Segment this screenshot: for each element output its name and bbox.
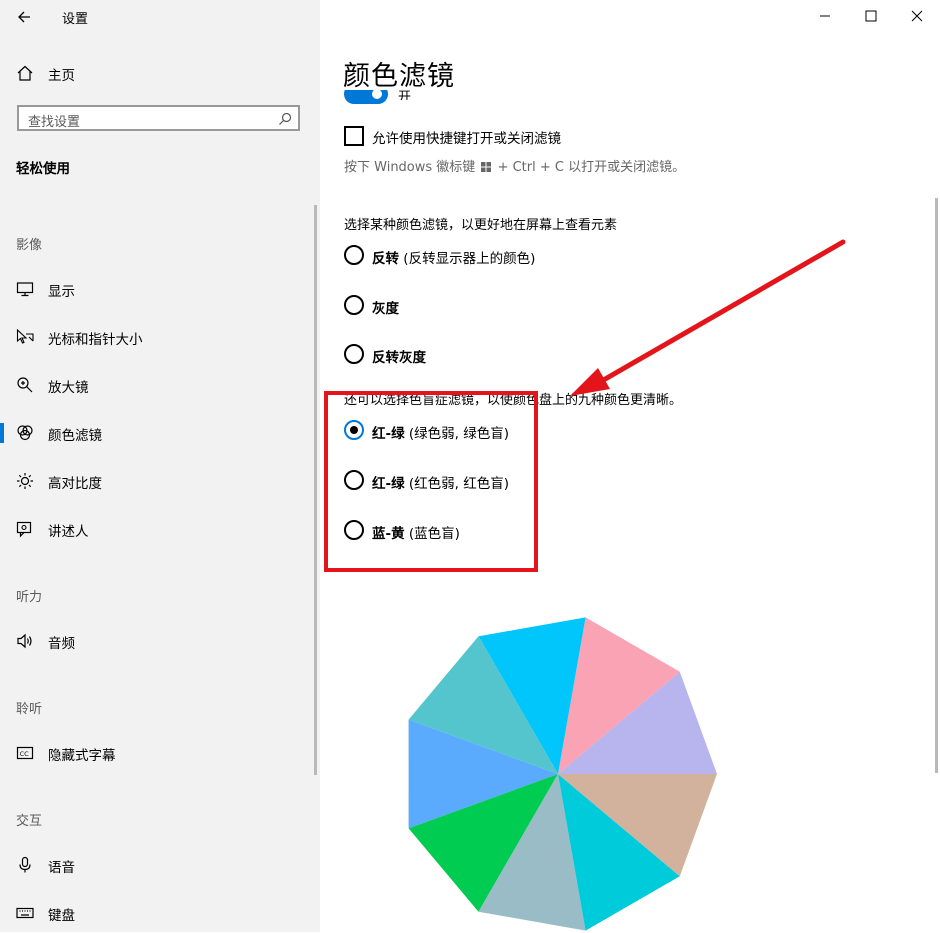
maximize-button[interactable] bbox=[859, 4, 883, 28]
sidebar-item-label: 隐藏式字幕 bbox=[48, 748, 116, 764]
sidebar-item-label: 高对比度 bbox=[48, 476, 102, 492]
sidebar-item-home[interactable]: 主页 bbox=[0, 53, 320, 93]
filter-desc: (反转显示器上的颜色) bbox=[403, 251, 536, 267]
sidebar-item-label: 讲述人 bbox=[48, 524, 89, 540]
sidebar-item-display[interactable]: 显示 bbox=[0, 269, 320, 309]
caption-icon: CC bbox=[16, 746, 34, 760]
svg-text:CC: CC bbox=[20, 750, 30, 758]
narrator-icon bbox=[16, 521, 32, 538]
toggle-state-label: 开 bbox=[398, 90, 412, 100]
shortcut-checkbox-label: 允许使用快捷键打开或关闭滤镜 bbox=[372, 131, 561, 147]
category-title: 轻松使用 bbox=[16, 161, 70, 177]
main-scrollbar[interactable] bbox=[935, 198, 938, 773]
radio-button-selected bbox=[344, 420, 364, 440]
shortcut-checkbox[interactable] bbox=[344, 126, 364, 146]
keyboard-icon bbox=[16, 907, 34, 919]
radio-button bbox=[344, 245, 364, 265]
radio-button bbox=[344, 344, 364, 364]
search-input[interactable]: 查找设置 bbox=[17, 105, 300, 131]
home-icon bbox=[17, 65, 33, 81]
sidebar-item-high-contrast[interactable]: 高对比度 bbox=[0, 461, 320, 501]
minimize-button[interactable] bbox=[813, 4, 837, 28]
sidebar-item-keyboard[interactable]: 键盘 bbox=[0, 893, 320, 933]
filter-name: 反转灰度 bbox=[372, 350, 426, 366]
magnifier-icon bbox=[17, 377, 33, 393]
maximize-icon bbox=[865, 10, 877, 22]
sidebar-item-cursor[interactable]: 光标和指针大小 bbox=[0, 317, 320, 357]
cursor-icon bbox=[16, 328, 34, 344]
radio-button bbox=[344, 295, 364, 315]
speaker-icon bbox=[17, 633, 32, 649]
sidebar-item-label: 键盘 bbox=[48, 908, 75, 924]
radio-dot bbox=[350, 426, 358, 434]
search-icon bbox=[279, 112, 292, 125]
section-header-interaction: 交互 bbox=[16, 814, 43, 829]
filter-desc: (红色弱, 红色盲) bbox=[408, 476, 510, 492]
filter-desc: (蓝色盲) bbox=[408, 526, 460, 542]
minimize-icon bbox=[820, 15, 830, 17]
sidebar-item-label: 放大镜 bbox=[48, 380, 89, 396]
main-content: 颜色滤镜 开 允许使用快捷键打开或关闭滤镜 按下 Windows 徽标键 + C… bbox=[320, 0, 940, 932]
radio-button bbox=[344, 520, 364, 540]
search-placeholder: 查找设置 bbox=[28, 115, 81, 130]
selection-indicator bbox=[0, 423, 4, 443]
app-title: 设置 bbox=[62, 12, 89, 27]
sidebar-item-label: 显示 bbox=[48, 284, 75, 300]
radio-label: 反转灰度 bbox=[372, 346, 426, 366]
close-icon bbox=[911, 10, 923, 22]
hint-text-before: 按下 Windows 徽标键 bbox=[344, 160, 476, 175]
color-filter-toggle[interactable] bbox=[344, 90, 388, 104]
radio-label: 蓝-黄 (蓝色盲) bbox=[372, 522, 460, 542]
radio-label: 反转 (反转显示器上的颜色) bbox=[372, 247, 535, 267]
section-header-vision: 影像 bbox=[16, 238, 43, 253]
sidebar-item-color-filters[interactable]: 颜色滤镜 bbox=[0, 413, 320, 453]
filter-name: 反转 bbox=[372, 251, 399, 267]
sidebar-item-label: 光标和指针大小 bbox=[48, 332, 143, 348]
filter-name: 灰度 bbox=[372, 301, 399, 317]
shortcut-hint: 按下 Windows 徽标键 + Ctrl + C 以打开或关闭滤镜。 bbox=[344, 156, 685, 175]
colorblind-heading: 还可以选择色盲症滤镜，以使颜色盘上的九种颜色更清晰。 bbox=[344, 393, 683, 408]
back-arrow-icon bbox=[18, 11, 30, 23]
filter-name: 红-绿 bbox=[372, 426, 405, 442]
sidebar-scrollbar[interactable] bbox=[314, 205, 317, 775]
section-header-hearing: 听力 bbox=[16, 590, 43, 605]
hint-text-after: + Ctrl + C 以打开或关闭滤镜。 bbox=[497, 160, 686, 175]
sidebar-item-label: 音频 bbox=[48, 636, 75, 652]
filter-name: 红-绿 bbox=[372, 476, 405, 492]
brightness-icon bbox=[17, 473, 33, 489]
radio-button bbox=[344, 470, 364, 490]
sidebar-item-speech[interactable]: 语音 bbox=[0, 845, 320, 885]
radio-label: 红-绿 (红色弱, 红色盲) bbox=[372, 472, 509, 492]
microphone-icon bbox=[19, 856, 31, 873]
section-header-listening: 聆听 bbox=[16, 702, 43, 717]
sidebar-item-magnifier[interactable]: 放大镜 bbox=[0, 365, 320, 405]
filter-desc: (绿色弱, 绿色盲) bbox=[408, 426, 510, 442]
monitor-icon bbox=[16, 282, 34, 297]
sidebar-item-captions[interactable]: CC 隐藏式字幕 bbox=[0, 733, 320, 773]
filter-name: 蓝-黄 bbox=[372, 526, 405, 542]
filter-heading: 选择某种颜色滤镜，以更好地在屏幕上查看元素 bbox=[344, 218, 618, 233]
close-button[interactable] bbox=[905, 4, 929, 28]
radio-label: 灰度 bbox=[372, 297, 399, 317]
color-filter-icon bbox=[17, 425, 33, 441]
sidebar-item-label: 语音 bbox=[48, 860, 75, 876]
sidebar-item-label: 颜色滤镜 bbox=[48, 428, 102, 444]
radio-label: 红-绿 (绿色弱, 绿色盲) bbox=[372, 422, 509, 442]
windows-logo-icon bbox=[481, 162, 492, 172]
back-button[interactable] bbox=[14, 6, 38, 28]
sidebar-item-label: 主页 bbox=[48, 68, 75, 84]
sidebar-item-narrator[interactable]: 讲述人 bbox=[0, 509, 320, 549]
sidebar-item-audio[interactable]: 音频 bbox=[0, 621, 320, 661]
sidebar: 设置 主页 查找设置 轻松使用 影像 显示 光标和指针大小 放大镜 颜色滤镜 高… bbox=[0, 0, 320, 932]
